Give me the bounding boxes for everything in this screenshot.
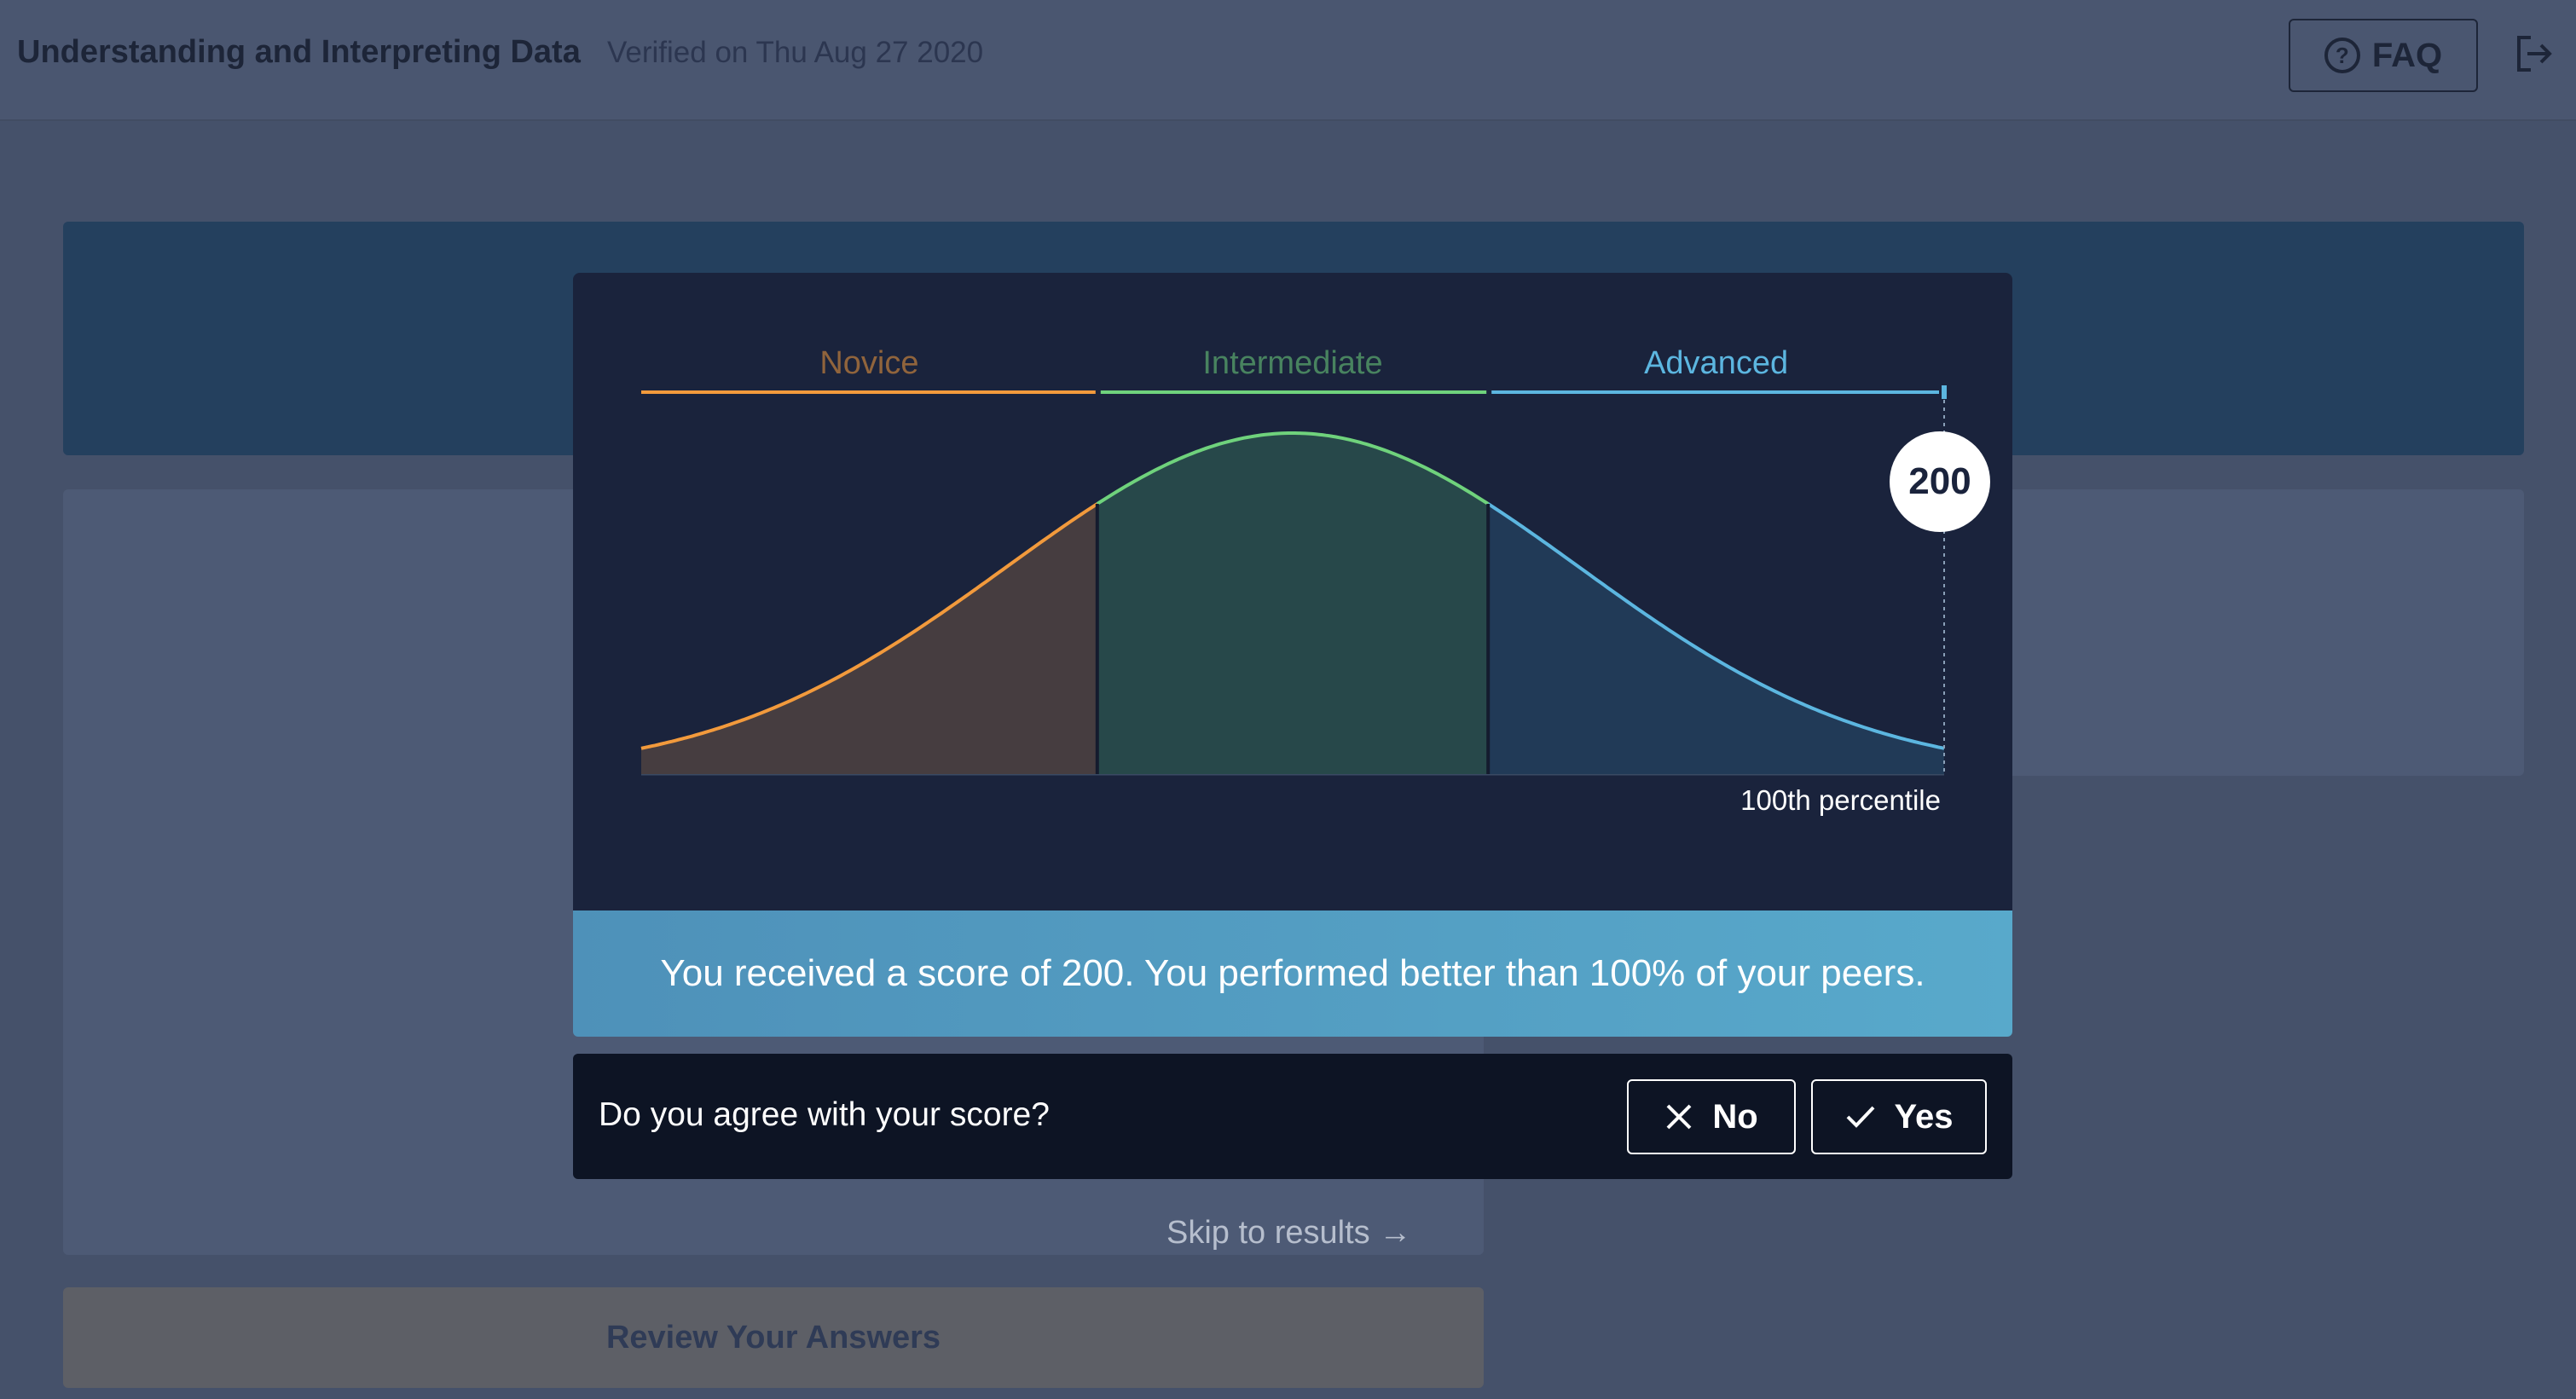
verified-date: Verified on Thu Aug 27 2020 [607,36,984,69]
yes-button[interactable]: Yes [1811,1079,1987,1154]
band-area-advanced [1488,504,1944,774]
x-axis-label: 100th percentile [1740,784,1941,816]
top-bar: Understanding and Interpreting Data Veri… [0,0,2576,121]
band-label-novice: Novice [819,345,918,381]
marker-tick [1942,385,1947,399]
band-area-novice [641,504,1097,774]
skip-to-results-link[interactable]: Skip to results → [1166,1215,1411,1252]
score-modal: Novice Intermediate Advanced 100th percent… [573,273,2012,1179]
close-icon [1666,1104,1692,1130]
band-label-intermediate: Intermediate [1202,345,1382,381]
check-icon [1846,1106,1874,1128]
review-answers-label: Review Your Answers [605,1319,941,1356]
no-button[interactable]: No [1627,1079,1796,1154]
score-marker: 200 [1890,431,1990,532]
band-label-advanced: Advanced [1644,345,1788,381]
band-area-intermediate [1097,433,1489,774]
no-label: No [1712,1097,1758,1136]
logout-icon[interactable] [2512,32,2555,75]
faq-button[interactable]: ? FAQ [2289,19,2478,92]
yes-label: Yes [1894,1097,1954,1136]
result-message: You received a score of 200. You perform… [573,911,2012,1037]
review-answers-button[interactable]: Review Your Answers [63,1287,1484,1388]
help-circle-icon: ? [2324,38,2360,73]
faq-label: FAQ [2371,36,2443,74]
agree-question: Do you agree with your score? [599,1096,1050,1133]
score-distribution-chart: Novice Intermediate Advanced 100th percent… [573,273,2012,911]
page-title: Understanding and Interpreting Data [17,34,581,70]
agree-prompt-bar: Do you agree with your score? No Yes [573,1054,2012,1179]
